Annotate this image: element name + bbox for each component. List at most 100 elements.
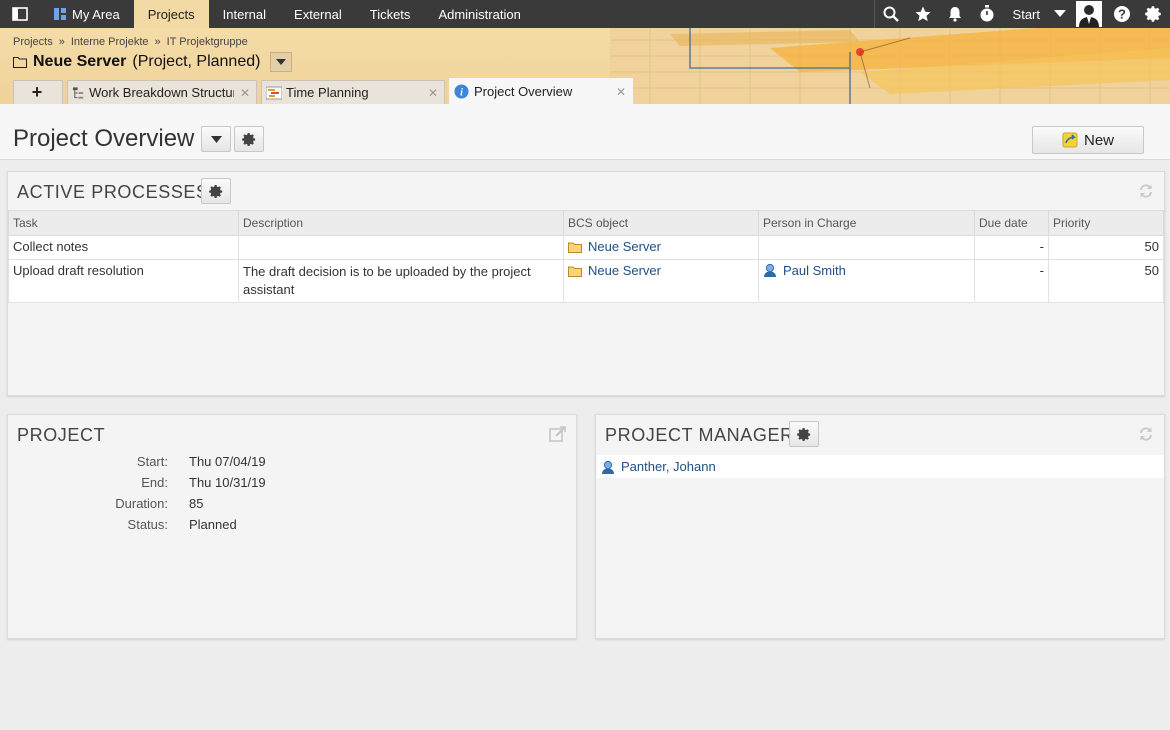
column-header-due-date[interactable]: Due date xyxy=(974,210,1049,236)
tab-bar: + Work Breakdown Structure ✕ Time Planni… xyxy=(13,78,637,104)
start-menu[interactable]: Start xyxy=(1003,0,1072,28)
panel-icon xyxy=(12,7,28,21)
manager-link[interactable]: Panther, Johann xyxy=(621,459,716,474)
star-icon xyxy=(915,6,931,22)
add-tab-label: + xyxy=(31,82,43,102)
view-menu-button[interactable] xyxy=(201,126,231,152)
breadcrumb-separator: » xyxy=(58,36,65,48)
column-header-person-in-charge[interactable]: Person in Charge xyxy=(758,210,975,236)
column-header-description[interactable]: Description xyxy=(238,210,564,236)
manager-settings-button[interactable] xyxy=(789,421,819,447)
notifications-button[interactable] xyxy=(939,0,971,28)
breadcrumb-item[interactable]: IT Projektgruppe xyxy=(167,36,248,48)
breadcrumb-item[interactable]: Interne Projekte xyxy=(71,36,149,48)
project-details: Start: Thu 07/04/19 End: Thu 10/31/19 Du… xyxy=(8,451,308,535)
add-tab-button[interactable]: + xyxy=(13,80,63,104)
close-icon[interactable]: ✕ xyxy=(428,86,438,100)
gear-icon xyxy=(241,132,255,146)
folder-icon xyxy=(568,242,582,253)
tab-project-overview[interactable]: i Project Overview ✕ xyxy=(449,78,633,104)
tab-label: Work Breakdown Structure xyxy=(89,85,234,100)
header-decoration xyxy=(610,28,1170,104)
settings-button[interactable] xyxy=(1138,0,1170,28)
detail-label: Duration: xyxy=(115,496,168,511)
column-header-task[interactable]: Task xyxy=(8,210,239,236)
user-avatar[interactable] xyxy=(1076,1,1102,27)
table-row[interactable]: Upload draft resolution The draft decisi… xyxy=(8,259,1164,303)
sidebar-toggle-button[interactable] xyxy=(0,0,40,28)
bcs-object-cell: Neue Server xyxy=(563,235,759,260)
bcs-object-link[interactable]: Neue Server xyxy=(588,239,661,254)
new-button[interactable]: New xyxy=(1032,126,1144,154)
breadcrumb-separator: » xyxy=(154,36,161,48)
person-link[interactable]: Paul Smith xyxy=(783,263,846,278)
due-date-cell: - xyxy=(974,235,1049,260)
detail-row-end: End: Thu 10/31/19 xyxy=(8,472,308,493)
panel-title: PROJECT MANAGER xyxy=(605,425,794,445)
project-menu-button[interactable] xyxy=(270,52,293,72)
search-button[interactable] xyxy=(875,0,907,28)
priority-cell: 50 xyxy=(1048,259,1164,303)
search-icon xyxy=(883,6,899,22)
help-button[interactable]: ? xyxy=(1106,0,1138,28)
column-header-bcs-object[interactable]: BCS object xyxy=(563,210,759,236)
processes-settings-button[interactable] xyxy=(201,178,231,204)
page-header: Project Overview New xyxy=(0,104,1170,160)
project-manager-panel: PROJECT MANAGER Panther, Johann xyxy=(595,414,1165,639)
detail-row-status: Status: Planned xyxy=(8,514,308,535)
project-panel: PROJECT Start: Thu 07/04/19 End: Thu 10/… xyxy=(7,414,577,639)
gear-icon xyxy=(796,427,810,441)
column-header-priority[interactable]: Priority xyxy=(1048,210,1164,236)
refresh-icon xyxy=(1140,184,1152,198)
breadcrumb-item[interactable]: Projects xyxy=(13,36,53,48)
close-icon[interactable]: ✕ xyxy=(240,86,250,100)
folder-icon xyxy=(568,266,582,277)
detail-value: Thu 07/04/19 xyxy=(189,454,266,469)
gear-icon xyxy=(208,184,222,198)
nav-external[interactable]: External xyxy=(280,0,356,28)
table-row[interactable]: Collect notes Neue Server - 50 xyxy=(8,235,1164,260)
tab-time-planning[interactable]: Time Planning ✕ xyxy=(261,80,445,104)
nav-my-area[interactable]: My Area xyxy=(40,0,134,28)
project-name: Neue Server xyxy=(33,53,127,70)
panel-title: PROJECT xyxy=(17,425,106,445)
bcs-object-link[interactable]: Neue Server xyxy=(588,263,661,278)
panel-title: ACTIVE PROCESSES xyxy=(17,182,209,202)
nav-my-area-label: My Area xyxy=(72,6,120,22)
nav-projects[interactable]: Projects xyxy=(133,0,209,28)
nav-administration-label: Administration xyxy=(438,6,521,22)
info-icon: i xyxy=(454,84,469,99)
caret-down-icon xyxy=(1054,10,1066,17)
caret-down-icon xyxy=(210,135,222,143)
nav-projects-label: Projects xyxy=(147,6,195,22)
topnav-tools: Start ? xyxy=(873,0,1170,28)
task-cell[interactable]: Upload draft resolution xyxy=(8,259,239,303)
list-item[interactable]: Panther, Johann xyxy=(597,455,1164,478)
breadcrumb: Projects » Interne Projekte » IT Projekt… xyxy=(13,36,248,48)
tab-label: Project Overview xyxy=(474,84,573,99)
tab-label: Time Planning xyxy=(286,85,369,100)
task-cell[interactable]: Collect notes xyxy=(8,235,239,260)
gantt-icon xyxy=(266,86,282,99)
refresh-button[interactable] xyxy=(1136,424,1156,444)
description-cell xyxy=(238,235,564,260)
detail-label: Start: xyxy=(136,454,168,469)
refresh-button[interactable] xyxy=(1136,181,1156,201)
nav-tickets[interactable]: Tickets xyxy=(356,0,425,28)
timer-button[interactable] xyxy=(971,0,1003,28)
edit-icon xyxy=(549,426,566,442)
page-settings-button[interactable] xyxy=(234,126,264,152)
active-processes-panel: ACTIVE PROCESSES Task Description BCS ob… xyxy=(7,171,1165,396)
nav-administration[interactable]: Administration xyxy=(424,0,534,28)
nav-internal-label: Internal xyxy=(222,6,267,22)
favorites-button[interactable] xyxy=(907,0,939,28)
svg-text:?: ? xyxy=(1118,7,1126,22)
project-title: Neue Server (Project, Planned) xyxy=(13,52,293,72)
close-icon[interactable]: ✕ xyxy=(616,85,626,99)
nav-internal[interactable]: Internal xyxy=(209,0,280,28)
edit-button[interactable] xyxy=(548,424,568,444)
detail-label: Status: xyxy=(127,517,168,532)
stopwatch-icon xyxy=(980,5,994,22)
tab-work-breakdown-structure[interactable]: Work Breakdown Structure ✕ xyxy=(67,80,257,104)
person-cell: Paul Smith xyxy=(758,259,975,303)
